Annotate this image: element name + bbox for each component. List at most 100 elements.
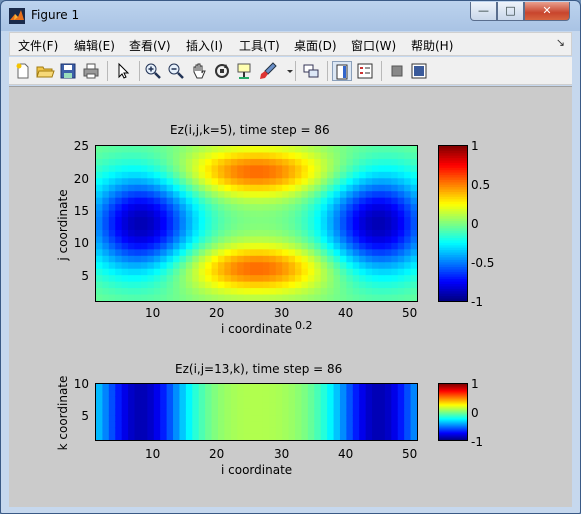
print-icon[interactable] — [81, 61, 101, 81]
heatmap-cell — [397, 262, 405, 270]
heatmap-cell — [211, 255, 219, 263]
heatmap-cell — [391, 217, 399, 225]
heatmap-cell — [121, 384, 129, 391]
heatmap-cell — [262, 223, 270, 231]
rotate-3d-icon[interactable] — [212, 61, 232, 81]
heatmap-cell — [166, 249, 174, 257]
link-plot-icon[interactable] — [301, 61, 321, 81]
save-icon[interactable] — [58, 61, 78, 81]
heatmap-cell — [140, 184, 148, 192]
heatmap-cell — [339, 178, 347, 186]
heatmap-cell — [339, 197, 347, 205]
heatmap-cell — [288, 294, 296, 301]
heatmap-cell — [391, 158, 399, 166]
heatmap-cell — [307, 249, 315, 257]
heatmap-cell — [378, 217, 386, 225]
heatmap-cell — [140, 210, 148, 218]
heatmap-cell — [372, 165, 380, 173]
heatmap-cell — [307, 217, 315, 225]
heatmap-cell — [128, 217, 136, 225]
heatmap-cell — [250, 210, 258, 218]
heatmap-cell — [128, 204, 136, 212]
menu-file[interactable]: 文件(F) — [18, 37, 58, 54]
heatmap-cell — [384, 217, 392, 225]
bottom-heatmap-axes[interactable] — [95, 383, 418, 441]
menu-desktop[interactable]: 桌面(D) — [294, 37, 337, 54]
heatmap-cell — [275, 294, 283, 301]
menu-help[interactable]: 帮助(H) — [411, 37, 453, 54]
heatmap-cell — [295, 408, 303, 416]
heatmap-cell — [217, 165, 225, 173]
heatmap-cell — [243, 152, 251, 160]
heatmap-cell — [237, 427, 245, 435]
heatmap-cell — [192, 384, 200, 391]
brush-dropdown-icon[interactable] — [280, 61, 293, 81]
heatmap-cell — [282, 415, 290, 422]
heatmap-cell — [96, 171, 104, 179]
heatmap-cell — [288, 223, 296, 231]
heatmap-cell — [327, 255, 335, 263]
heatmap-cell — [179, 217, 187, 225]
show-plot-tools-icon[interactable] — [409, 61, 429, 81]
heatmap-cell — [269, 146, 277, 154]
heatmap-cell — [173, 197, 181, 205]
minimize-button[interactable]: — — [470, 2, 497, 21]
pan-hand-icon[interactable] — [189, 61, 209, 81]
open-file-icon[interactable] — [35, 61, 55, 81]
heatmap-cell — [160, 236, 168, 244]
heatmap-cell — [339, 396, 347, 404]
top-colorbar[interactable] — [438, 145, 468, 302]
menu-edit[interactable]: 编辑(E) — [74, 37, 115, 54]
colorbar-icon[interactable] — [332, 61, 352, 81]
heatmap-cell — [359, 390, 367, 398]
heatmap-cell — [359, 210, 367, 218]
heatmap-cell — [410, 197, 417, 205]
heatmap-cell — [391, 268, 399, 276]
title-bar[interactable]: Figure 1 — □ ✕ — [1, 1, 580, 31]
heatmap-cell — [404, 171, 412, 179]
heatmap-cell — [250, 197, 258, 205]
heatmap-cell — [147, 197, 155, 205]
heatmap-cell — [314, 288, 322, 296]
menu-window[interactable]: 窗口(W) — [351, 37, 396, 54]
heatmap-cell — [237, 262, 245, 270]
heatmap-cell — [160, 146, 168, 154]
menu-overflow-icon[interactable]: ↘ — [556, 36, 565, 49]
heatmap-cell — [211, 427, 219, 435]
zoom-out-icon[interactable] — [166, 61, 186, 81]
zoom-in-icon[interactable] — [143, 61, 163, 81]
edit-pointer-icon[interactable] — [113, 61, 133, 81]
heatmap-cell — [410, 421, 417, 429]
heatmap-cell — [384, 390, 392, 398]
heatmap-cell — [179, 281, 187, 289]
heatmap-cell — [275, 390, 283, 398]
hide-plot-tools-icon[interactable] — [387, 61, 407, 81]
heatmap-cell — [384, 421, 392, 429]
heatmap-cell — [102, 165, 110, 173]
heatmap-cell — [352, 275, 360, 283]
brush-icon[interactable] — [258, 61, 278, 81]
heatmap-cell — [365, 415, 373, 422]
heatmap-cell — [160, 178, 168, 186]
heatmap-cell — [275, 249, 283, 257]
maximize-button[interactable]: □ — [497, 2, 524, 21]
heatmap-cell — [384, 152, 392, 160]
heatmap-cell — [192, 249, 200, 257]
heatmap-cell — [314, 223, 322, 231]
heatmap-cell — [384, 197, 392, 205]
bottom-colorbar[interactable] — [438, 383, 468, 441]
heatmap-cell — [295, 268, 303, 276]
heatmap-cell — [115, 402, 123, 410]
top-heatmap-axes[interactable] — [95, 145, 418, 302]
menu-view[interactable]: 查看(V) — [129, 37, 171, 54]
new-figure-icon[interactable] — [13, 61, 33, 81]
heatmap-cell — [365, 262, 373, 270]
menu-insert[interactable]: 插入(I) — [186, 37, 223, 54]
data-cursor-icon[interactable] — [235, 61, 255, 81]
heatmap-cell — [262, 421, 270, 429]
menu-tools[interactable]: 工具(T) — [239, 37, 280, 54]
heatmap-cell — [404, 152, 412, 160]
legend-icon[interactable] — [355, 61, 375, 81]
heatmap-cell — [262, 262, 270, 270]
close-button[interactable]: ✕ — [524, 2, 570, 21]
